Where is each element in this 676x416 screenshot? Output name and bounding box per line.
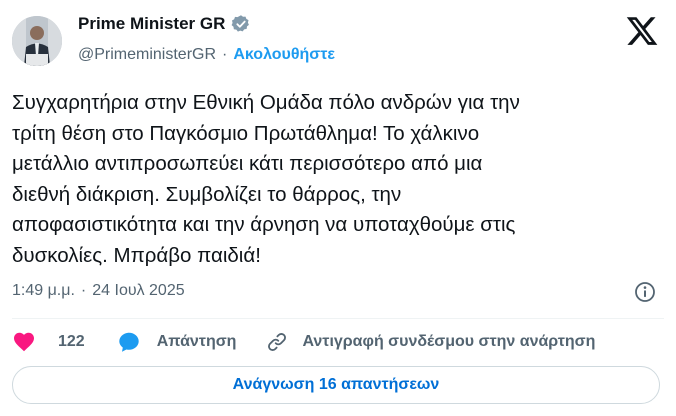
heart-icon xyxy=(14,332,34,352)
info-icon[interactable] xyxy=(633,280,657,304)
author-display-name[interactable]: Prime Minister GR xyxy=(78,14,225,34)
reply-label: Απάντηση xyxy=(156,333,237,350)
post-text: Συγχαρητήρια στην Εθνική Ομάδα πόλο ανδρ… xyxy=(12,91,520,267)
timestamp-separator: · xyxy=(80,282,87,299)
post-date: 24 Ιουλ 2025 xyxy=(92,282,185,299)
author-name-row: Prime Minister GR xyxy=(78,14,251,34)
avatar[interactable] xyxy=(12,16,62,66)
copy-link-label: Αντιγραφή συνδέσμου στην ανάρτηση xyxy=(302,333,596,350)
reply-button[interactable]: Απάντηση xyxy=(85,330,237,354)
copy-link-button[interactable]: Αντιγραφή συνδέσμου στην ανάρτηση xyxy=(236,331,595,353)
author-handle-row: @PrimeministerGR · Ακολουθήστε xyxy=(78,46,335,64)
reply-bubble-icon xyxy=(119,332,139,352)
verified-badge-icon xyxy=(231,15,250,32)
post-card: Prime Minister GR @PrimeministerGR · Ακο… xyxy=(0,0,676,416)
post-timestamp[interactable]: 1:49 μ.μ. · 24 Ιουλ 2025 xyxy=(12,282,185,300)
x-logo-icon[interactable] xyxy=(625,14,659,48)
avatar-image xyxy=(12,16,62,66)
divider xyxy=(12,318,664,319)
link-icon xyxy=(268,333,287,351)
like-count: 122 xyxy=(58,333,85,350)
like-button[interactable]: 122 xyxy=(12,330,85,354)
author-handle[interactable]: @PrimeministerGR xyxy=(78,46,216,64)
read-replies-button[interactable]: Ανάγνωση 16 απαντήσεων xyxy=(12,366,660,404)
handle-separator: · xyxy=(222,46,228,63)
follow-button[interactable]: Ακολουθήστε xyxy=(233,46,335,64)
post-time: 1:49 μ.μ. xyxy=(12,282,75,299)
action-bar: 122 Απάντηση Αντιγραφή συνδέσμου στην αν… xyxy=(12,329,595,355)
